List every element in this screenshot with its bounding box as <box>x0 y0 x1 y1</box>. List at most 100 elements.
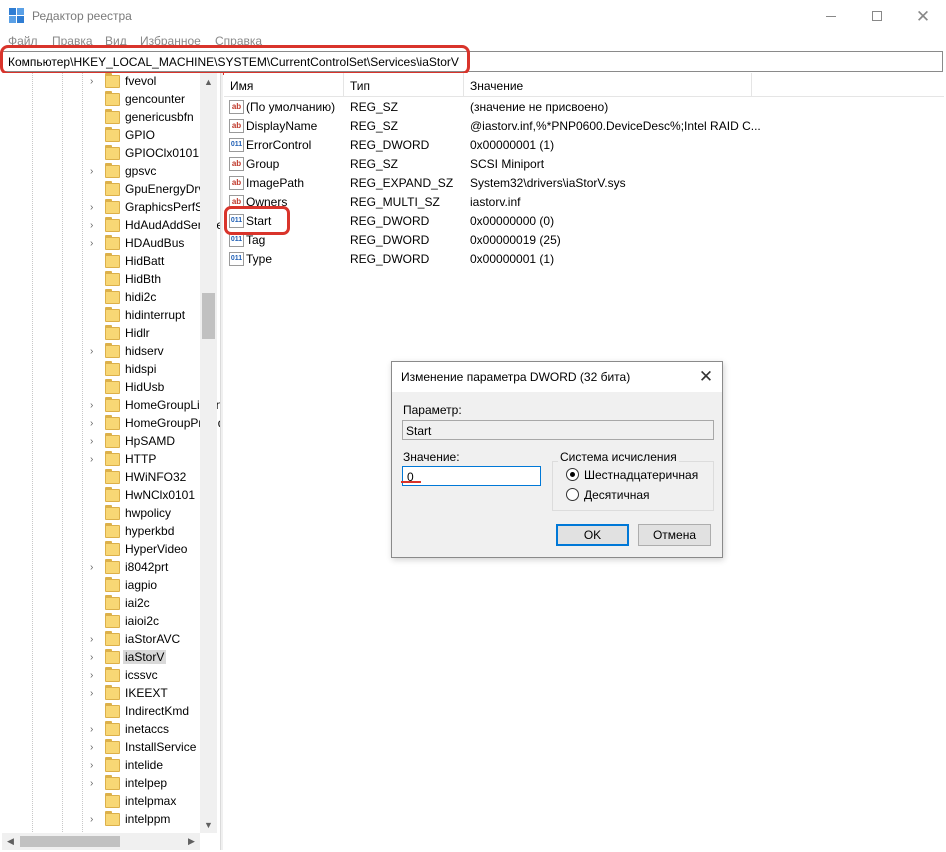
tree-item[interactable]: HidUsb <box>2 379 202 397</box>
value-data-input[interactable]: 0 <box>402 466 541 486</box>
tree-item[interactable]: HidBatt <box>2 253 202 271</box>
tree-item[interactable]: GPIO <box>2 127 202 145</box>
tree-item[interactable]: hyperkbd <box>2 523 202 541</box>
radio-decimal[interactable]: Десятичная <box>566 487 726 503</box>
tree-item[interactable]: intelpmax <box>2 793 202 811</box>
tree-item[interactable]: ›HomeGroupProvider <box>2 415 220 433</box>
value-row[interactable]: ab ImagePath REG_EXPAND_SZ System32\drivers… <box>224 174 944 193</box>
radio-hexadecimal[interactable]: Шестнадцатеричная <box>566 467 726 483</box>
chevron-right-icon[interactable]: › <box>90 670 100 682</box>
menu-view[interactable]: Вид <box>105 34 127 48</box>
tree-item[interactable]: › fvevol <box>2 73 202 91</box>
chevron-right-icon[interactable]: › <box>90 634 100 646</box>
chevron-right-icon[interactable]: › <box>90 652 100 664</box>
ok-button[interactable]: OK <box>556 524 629 546</box>
tree-item[interactable]: › IKEEXT <box>2 685 202 703</box>
column-name-header[interactable]: Имя <box>230 79 253 93</box>
value-row[interactable]: 011 Start REG_DWORD 0x00000000 (0) <box>224 212 944 231</box>
value-row[interactable]: ab (По умолчанию) REG_SZ (значение не присв… <box>224 98 944 117</box>
tree-item[interactable]: › GraphicsPerfSvc <box>2 199 215 217</box>
value-row[interactable]: 011 ErrorControl REG_DWORD 0x00000001 (1) <box>224 136 944 155</box>
menu-favorites[interactable]: Избранное <box>140 34 201 48</box>
tree-item[interactable]: › iaStorV <box>2 649 202 667</box>
chevron-right-icon[interactable]: › <box>90 238 100 250</box>
tree-item[interactable]: › hidserv <box>2 343 202 361</box>
chevron-right-icon[interactable]: › <box>90 724 100 736</box>
scroll-left-icon[interactable]: ◀ <box>2 833 19 850</box>
tree-item[interactable]: GpuEnergyDrv <box>2 181 204 199</box>
chevron-right-icon[interactable]: › <box>90 688 100 700</box>
tree-item[interactable]: › inetaccs <box>2 721 202 739</box>
chevron-right-icon[interactable]: › <box>90 166 100 178</box>
tree-item[interactable]: HwNClx0101 <box>2 487 202 505</box>
tree-item[interactable]: hwpolicy <box>2 505 202 523</box>
menu-help[interactable]: Справка <box>215 34 262 48</box>
tree-item[interactable]: Hidlr <box>2 325 202 343</box>
tree-item[interactable]: hidinterrupt <box>2 307 202 325</box>
tree-vertical-scrollbar[interactable]: ▲ ▼ <box>200 73 217 833</box>
menu-edit[interactable]: Правка <box>52 34 93 48</box>
column-type-header[interactable]: Тип <box>350 79 370 93</box>
chevron-right-icon[interactable]: › <box>90 220 100 232</box>
tree-item[interactable]: HWiNFO32 <box>2 469 202 487</box>
tree-item[interactable]: › iaStorAVC <box>2 631 202 649</box>
scroll-right-icon[interactable]: ▶ <box>183 833 200 850</box>
maximize-button[interactable] <box>854 0 900 32</box>
tree-item[interactable]: ›HomeGroupListener <box>2 397 220 415</box>
tree-item[interactable]: › HpSAMD <box>2 433 202 451</box>
tree-item[interactable]: hidspi <box>2 361 202 379</box>
tree-hscroll-thumb[interactable] <box>20 836 120 847</box>
tree-item[interactable]: › intelide <box>2 757 202 775</box>
tree-horizontal-scrollbar[interactable]: ◀ ▶ <box>2 833 200 850</box>
value-row[interactable]: 011 Tag REG_DWORD 0x00000019 (25) <box>224 231 944 250</box>
tree-item[interactable]: iagpio <box>2 577 202 595</box>
scroll-down-icon[interactable]: ▼ <box>200 816 217 833</box>
tree-item[interactable]: › InstallService <box>2 739 202 757</box>
tree-item[interactable]: HyperVideo <box>2 541 202 559</box>
pane-splitter[interactable] <box>220 73 223 850</box>
scroll-up-icon[interactable]: ▲ <box>200 73 217 90</box>
dialog-close-icon[interactable]: ✕ <box>692 365 720 389</box>
tree-scroll-thumb[interactable] <box>202 293 215 339</box>
folder-icon <box>105 397 120 412</box>
tree-item[interactable]: gencounter <box>2 91 202 109</box>
chevron-right-icon[interactable]: › <box>90 778 100 790</box>
tree-item[interactable]: iaioi2c <box>2 613 202 631</box>
chevron-right-icon[interactable]: › <box>90 76 100 88</box>
tree-item[interactable]: GPIOClx0101 <box>2 145 202 163</box>
value-row[interactable]: ab DisplayName REG_SZ @iastorv.inf,%*PNP060… <box>224 117 944 136</box>
tree-item[interactable]: › gpsvc <box>2 163 202 181</box>
cancel-button[interactable]: Отмена <box>638 524 711 546</box>
chevron-right-icon[interactable]: › <box>90 436 100 448</box>
chevron-right-icon[interactable]: › <box>90 562 100 574</box>
address-bar[interactable]: Компьютер\HKEY_LOCAL_MACHINE\SYSTEM\Curr… <box>2 51 943 72</box>
tree-item[interactable]: hidi2c <box>2 289 202 307</box>
chevron-right-icon[interactable]: › <box>90 202 100 214</box>
tree-item[interactable]: › intelppm <box>2 811 202 829</box>
value-row[interactable]: ab Owners REG_MULTI_SZ iastorv.inf <box>224 193 944 212</box>
chevron-right-icon[interactable]: › <box>90 400 100 412</box>
chevron-right-icon[interactable]: › <box>90 454 100 466</box>
tree-item[interactable]: › icssvc <box>2 667 202 685</box>
chevron-right-icon[interactable]: › <box>90 418 100 430</box>
chevron-right-icon[interactable]: › <box>90 814 100 826</box>
tree-item[interactable]: IndirectKmd <box>2 703 202 721</box>
tree-item[interactable]: › HDAudBus <box>2 235 202 253</box>
tree-item[interactable]: › HdAudAddService <box>2 217 220 235</box>
tree-item[interactable]: HidBth <box>2 271 202 289</box>
tree-item[interactable]: › HTTP <box>2 451 202 469</box>
tree-item[interactable]: iai2c <box>2 595 202 613</box>
chevron-right-icon[interactable]: › <box>90 760 100 772</box>
radio-checked-icon <box>566 468 579 481</box>
tree-item[interactable]: › intelpep <box>2 775 202 793</box>
chevron-right-icon[interactable]: › <box>90 742 100 754</box>
menu-file[interactable]: Файл <box>8 34 38 48</box>
chevron-right-icon[interactable]: › <box>90 346 100 358</box>
close-button[interactable]: ✕ <box>900 0 946 32</box>
value-row[interactable]: 011 Type REG_DWORD 0x00000001 (1) <box>224 250 944 269</box>
tree-item[interactable]: › i8042prt <box>2 559 202 577</box>
value-row[interactable]: ab Group REG_SZ SCSI Miniport <box>224 155 944 174</box>
tree-item[interactable]: genericusbfn <box>2 109 202 127</box>
column-value-header[interactable]: Значение <box>470 79 523 93</box>
minimize-button[interactable] <box>808 0 854 32</box>
